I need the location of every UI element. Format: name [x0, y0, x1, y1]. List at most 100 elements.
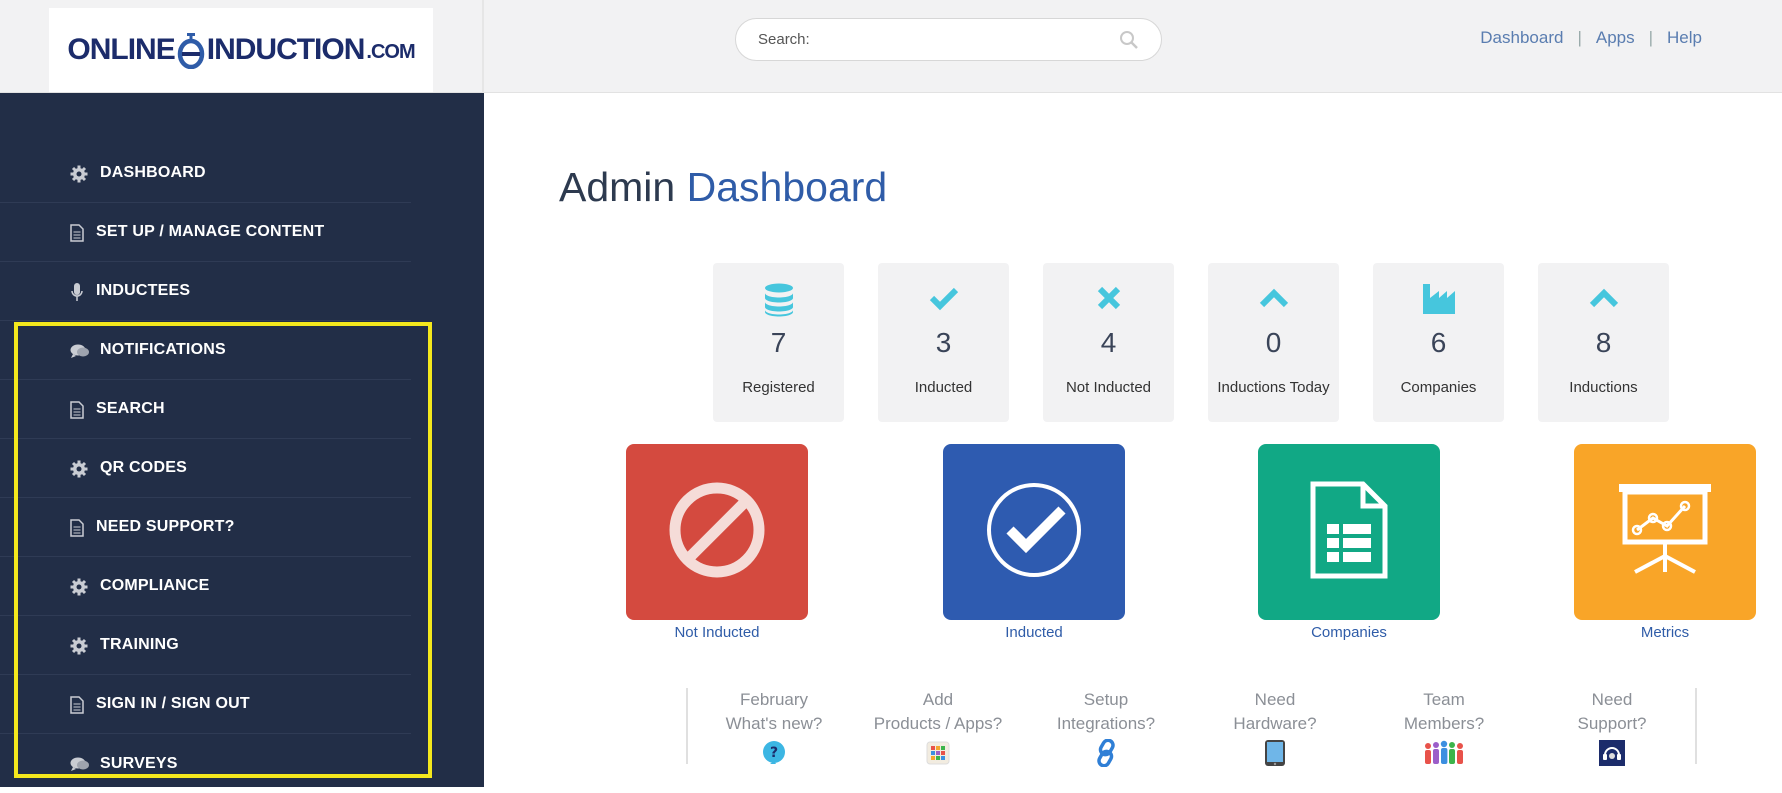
document-icon — [70, 675, 84, 734]
chat-icon — [70, 321, 90, 380]
sidebar-item-label: SEARCH — [96, 400, 165, 417]
stat-value: 8 — [1595, 327, 1612, 358]
chevron-up-icon — [1538, 283, 1669, 319]
logo-text: ONLINE INDUCTION .COM — [67, 33, 416, 70]
stat-card-inductions[interactable]: 8 Inductions — [1538, 263, 1669, 422]
quicklink-line2: Products / Apps? — [873, 714, 1003, 733]
quicklink-line1: Need — [1591, 690, 1633, 709]
sidebar-item-need-support[interactable]: NEED SUPPORT? — [0, 498, 411, 557]
stat-label: Inductions Today — [1217, 379, 1330, 396]
quicklink-line2: What's new? — [725, 714, 823, 733]
sidebar-item-sign-in-sign-out[interactable]: SIGN IN / SIGN OUT — [0, 675, 411, 734]
separator: | — [1648, 28, 1654, 47]
sidebar-item-dashboard[interactable]: DASHBOARD — [0, 144, 411, 203]
separator: | — [1577, 28, 1582, 47]
spreadsheet-icon — [1309, 480, 1389, 585]
stat-card-inductions-today[interactable]: 0 Inductions Today — [1208, 263, 1339, 422]
sidebar-item-inductees[interactable]: INDUCTEES — [0, 262, 411, 321]
gear-icon — [70, 144, 88, 203]
document-icon — [70, 203, 84, 262]
stat-card-inducted[interactable]: 3 Inducted — [878, 263, 1009, 422]
sidebar-item-setup-manage-content[interactable]: SET UP / MANAGE CONTENT — [0, 203, 411, 262]
top-link-help[interactable]: Help — [1667, 28, 1702, 48]
gear-icon — [70, 557, 88, 616]
page-title: Admin Dashboard — [559, 164, 887, 211]
tile-label-metrics[interactable]: Metrics — [1574, 624, 1756, 641]
top-link-dashboard[interactable]: Dashboard — [1480, 28, 1563, 48]
tile-metrics[interactable] — [1574, 444, 1756, 620]
sidebar-item-search[interactable]: SEARCH — [0, 380, 411, 439]
quicklink-add-products-apps[interactable]: Add Products / Apps? — [853, 688, 1023, 767]
quicklink-line2: Hardware? — [1233, 714, 1317, 733]
sidebar-item-label: SET UP / MANAGE CONTENT — [96, 223, 325, 240]
sidebar-item-training[interactable]: TRAINING — [0, 616, 411, 675]
quicklink-line2: Members? — [1403, 714, 1485, 733]
tile-not-inducted[interactable] — [626, 444, 808, 620]
tile-label-not-inducted[interactable]: Not Inducted — [626, 624, 808, 641]
sidebar-item-label: INDUCTEES — [96, 282, 191, 299]
quicklink-line1: Need — [1254, 690, 1296, 709]
divider — [482, 0, 484, 93]
stat-value: 4 — [1100, 327, 1117, 358]
tile-inducted[interactable] — [943, 444, 1125, 620]
sidebar-item-label: COMPLIANCE — [100, 577, 210, 594]
stat-value: 6 — [1430, 327, 1447, 358]
apps-grid-icon — [853, 739, 1023, 767]
stat-card-registered[interactable]: 7 Registered — [713, 263, 844, 422]
link-icon — [1021, 739, 1191, 767]
sidebar-item-label: NEED SUPPORT? — [96, 518, 235, 535]
tile-label-inducted[interactable]: Inducted — [943, 624, 1125, 641]
document-icon — [70, 380, 84, 439]
sidebar-item-label: DASHBOARD — [100, 164, 206, 181]
tile-label-companies[interactable]: Companies — [1258, 624, 1440, 641]
stat-card-companies[interactable]: 6 Companies — [1373, 263, 1504, 422]
divider — [686, 688, 688, 764]
tile-companies[interactable] — [1258, 444, 1440, 620]
svg-text:?: ? — [770, 745, 778, 761]
quicklink-line1: February — [739, 690, 809, 709]
search-input[interactable] — [736, 19, 1096, 60]
sidebar-item-qr-codes[interactable]: QR CODES — [0, 439, 411, 498]
logo-word-online: ONLINE — [67, 33, 175, 66]
quicklink-setup-integrations[interactable]: Setup Integrations? — [1021, 688, 1191, 767]
microphone-icon — [70, 262, 84, 321]
stat-value: 7 — [770, 327, 787, 358]
tablet-icon — [1190, 739, 1360, 767]
top-link-apps[interactable]: Apps — [1596, 28, 1635, 48]
sidebar-item-label: TRAINING — [100, 636, 179, 653]
database-icon — [713, 283, 844, 319]
document-icon — [70, 498, 84, 557]
headset-icon — [1527, 739, 1697, 767]
presentation-chart-icon — [1615, 480, 1715, 585]
sidebar-item-label: QR CODES — [100, 459, 187, 476]
prohibited-icon — [667, 480, 767, 585]
sidebar-item-label: SIGN IN / SIGN OUT — [96, 695, 250, 712]
logo-suffix: .COM — [366, 40, 415, 63]
sidebar-item-surveys[interactable]: SURVEYS — [0, 734, 411, 793]
top-nav-links: Dashboard | Apps | Help — [1480, 28, 1702, 48]
stat-card-not-inducted[interactable]: 4 Not Inducted — [1043, 263, 1174, 422]
page-title-prefix: Admin — [559, 164, 676, 210]
logo[interactable]: ONLINE INDUCTION .COM — [49, 8, 433, 92]
quicklink-line2: Integrations? — [1056, 714, 1156, 733]
sidebar: DASHBOARD SET UP / MANAGE CONTENT INDUCT… — [0, 93, 484, 787]
top-bar: ONLINE INDUCTION .COM Dashboard | Apps |… — [0, 0, 1782, 93]
search-icon[interactable] — [1119, 30, 1139, 50]
quicklink-need-support[interactable]: Need Support? — [1527, 688, 1697, 767]
stat-value: 3 — [935, 327, 952, 358]
stat-label: Not Inducted — [1065, 379, 1152, 396]
quicklink-line1: Add — [922, 690, 954, 709]
page-title-accent: Dashboard — [686, 164, 888, 210]
check-icon — [878, 283, 1009, 319]
quicklink-team-members[interactable]: Team Members? — [1359, 688, 1529, 767]
quicklink-whats-new[interactable]: February What's new? ? — [689, 688, 859, 767]
gear-icon — [70, 439, 88, 498]
gear-icon — [70, 616, 88, 675]
sidebar-item-notifications[interactable]: NOTIFICATIONS — [0, 321, 411, 380]
quicklink-need-hardware[interactable]: Need Hardware? — [1190, 688, 1360, 767]
sidebar-item-compliance[interactable]: COMPLIANCE — [0, 557, 411, 616]
chevron-up-icon — [1208, 283, 1339, 319]
team-icon — [1359, 739, 1529, 767]
quicklink-line1: Team — [1423, 690, 1465, 709]
stat-label: Inducted — [914, 379, 973, 396]
